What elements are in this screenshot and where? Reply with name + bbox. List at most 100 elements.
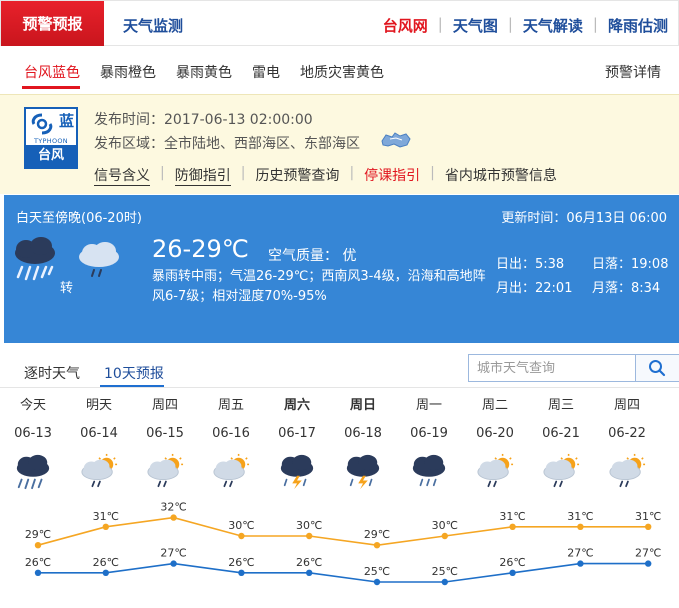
day-weekday: 周三	[547, 398, 574, 413]
day-weekday: 周四	[151, 398, 178, 413]
top-link-1[interactable]: 天气图	[453, 15, 498, 36]
high-temp-point	[645, 523, 652, 530]
low-temp-point	[170, 560, 177, 567]
temperature-line-chart: 29℃ 31℃ 32℃ 30℃ 30℃ 29℃ 30℃ 31℃ 31℃ 31℃ 26℃ 26℃ 27℃ 2…	[25, 501, 661, 586]
link-separator: |	[160, 165, 165, 181]
low-temp-label: 25℃	[432, 565, 458, 578]
high-temp-point	[238, 532, 245, 540]
alert-tab-0[interactable]: 台风蓝色	[24, 62, 80, 82]
high-temp-point	[441, 532, 448, 540]
tab-10day[interactable]: 10天预报	[104, 363, 164, 383]
today-weather-panel: 白天至傍晚(06-20时) 更新时间：06月13日 06:00 转 26-29℃…	[4, 195, 679, 343]
day-weekday: 周六	[283, 398, 310, 413]
day-date: 06-16	[212, 426, 250, 441]
day-column: 周一 06-19	[396, 395, 462, 491]
typhoon-blue-badge[interactable]: 蓝 TYPHOON 台风	[24, 107, 78, 169]
thunderstorm-icon	[346, 454, 380, 490]
low-temp-label: 26℃	[25, 556, 51, 569]
today-period: 白天至傍晚(06-20时)	[16, 211, 142, 226]
day-date: 06-13	[14, 426, 52, 441]
city-search-input[interactable]	[469, 355, 637, 381]
alert-link-2[interactable]: 历史预警查询	[255, 165, 339, 186]
low-temp-point	[645, 560, 652, 567]
sun-rain-icon	[543, 453, 580, 488]
search-button[interactable]	[635, 355, 679, 381]
sunrise-time: 日出：5:38	[496, 257, 565, 272]
high-temp-line	[37, 516, 649, 547]
day-weekday: 周四	[613, 398, 640, 413]
alert-tab-3[interactable]: 雷电	[252, 62, 280, 82]
sun-rain-icon	[477, 453, 514, 488]
top-link-2[interactable]: 天气解读	[523, 15, 583, 36]
high-temp-point	[577, 523, 584, 530]
alert-tab-4[interactable]: 地质灾害黄色	[300, 62, 384, 82]
alert-links: 信号含义 | 防御指引 | 历史预警查询 | 停课指引 | 省内城市预警信息	[94, 165, 557, 186]
day-date: 06-21	[542, 426, 580, 441]
alert-link-3[interactable]: 停课指引	[364, 165, 420, 186]
top-link-0[interactable]: 台风网	[383, 15, 428, 36]
day-date: 06-17	[278, 426, 316, 441]
alert-link-4[interactable]: 省内城市预警信息	[445, 165, 557, 186]
day-date: 06-19	[410, 426, 448, 441]
day-column: 周四 06-22	[594, 395, 660, 491]
moonrise-time: 月出：22:01	[496, 281, 573, 296]
day-column: 明天 06-14	[66, 395, 132, 491]
air-quality: 空气质量： 优	[268, 248, 357, 264]
tab-weather-monitor[interactable]: 天气监测	[123, 15, 183, 36]
day-weekday: 周二	[481, 398, 508, 413]
sun-rain-icon	[609, 453, 646, 488]
sun-rain-icon	[147, 453, 184, 488]
divider	[0, 387, 679, 388]
link-separator: |	[349, 165, 355, 181]
high-temp-label: 30℃	[228, 519, 254, 532]
top-link-3[interactable]: 降雨估测	[608, 15, 668, 36]
badge-name: 台风	[26, 145, 76, 167]
tab-warning-forecast[interactable]: 预警预报	[1, 1, 104, 46]
low-temp-label: 25℃	[364, 565, 390, 578]
low-temp-line	[38, 562, 649, 583]
badge-level: 蓝	[58, 112, 74, 130]
turn-to-label: 转	[60, 281, 74, 296]
alert-detail-link[interactable]: 预警详情	[605, 62, 661, 82]
moderate-rain-icon	[412, 454, 446, 487]
alert-link-1[interactable]: 防御指引	[174, 165, 231, 186]
day-date: 06-15	[146, 426, 184, 441]
search-icon	[649, 360, 666, 377]
alert-tab-2[interactable]: 暴雨黄色	[176, 62, 232, 82]
low-temp-point	[102, 569, 110, 576]
link-separator: |	[507, 15, 513, 33]
low-temp-point	[509, 569, 516, 576]
typhoon-icon	[31, 113, 53, 135]
day-column: 周日 06-18	[330, 395, 396, 491]
alert-tab-1[interactable]: 暴雨橙色	[100, 62, 156, 82]
low-temp-point	[34, 569, 42, 576]
high-temp-label: 32℃	[160, 501, 186, 514]
sun-rain-icon	[81, 453, 118, 488]
tab-hourly[interactable]: 逐时天气	[24, 363, 80, 383]
alert-panel: 蓝 TYPHOON 台风 发布时间：2017-06-13 02:00:00 发布…	[0, 94, 679, 194]
high-temp-point	[102, 523, 110, 530]
moonset-time: 月落：8:34	[592, 281, 661, 296]
day-column: 周六 06-17	[264, 395, 330, 491]
high-temp-point	[509, 523, 516, 530]
link-separator: |	[592, 15, 598, 33]
sun-rain-icon	[213, 453, 250, 488]
high-temp-label: 31℃	[499, 510, 525, 523]
publish-area: 发布区域：全市陆地、西部海区、东部海区	[94, 136, 360, 152]
high-temp-point	[373, 542, 381, 549]
area-map-icon[interactable]	[380, 131, 412, 149]
high-temp-label: 31℃	[567, 510, 593, 523]
heavy-rain-icon	[15, 237, 55, 281]
link-separator: |	[240, 165, 246, 181]
today-description: 暴雨转中雨；气温26-29℃；西南风3-4级，沿海和高地阵风6-7级；相对湿度7…	[152, 269, 486, 304]
top-right-links: 台风网 | 天气图 | 天气解读 | 降雨估测	[383, 15, 668, 36]
low-temp-point	[441, 578, 448, 586]
low-temp-label: 27℃	[635, 547, 661, 560]
low-temp-label: 26℃	[499, 556, 525, 569]
high-temp-point	[34, 542, 42, 549]
link-separator: |	[430, 165, 435, 181]
low-temp-point	[373, 578, 381, 586]
active-tab-underline	[22, 86, 80, 89]
day-weekday: 周日	[349, 398, 376, 413]
alert-link-0[interactable]: 信号含义	[94, 165, 150, 186]
